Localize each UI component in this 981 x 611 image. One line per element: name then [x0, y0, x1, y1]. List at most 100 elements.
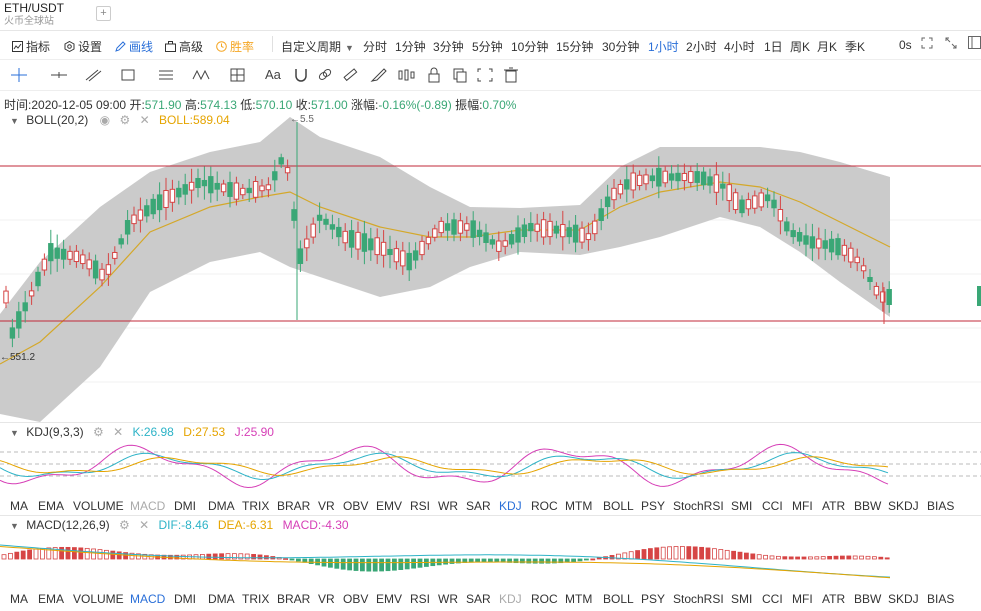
period-5[interactable]: 15分钟	[556, 38, 593, 55]
candles-tool-icon[interactable]	[397, 67, 415, 83]
indicator-tab-psy[interactable]: PSY	[641, 592, 665, 606]
indicator-tab-trix[interactable]: TRIX	[242, 499, 269, 513]
indicator-tab-rsi[interactable]: RSI	[410, 499, 430, 513]
indicator-tab-atr[interactable]: ATR	[822, 499, 845, 513]
indicator-tab-roc[interactable]: ROC	[531, 499, 558, 513]
indicator-tab-volume[interactable]: VOLUME	[73, 499, 124, 513]
indicator-tab-boll[interactable]: BOLL	[603, 499, 634, 513]
indicator-tab-vr[interactable]: VR	[318, 592, 335, 606]
close-icon[interactable]: ✕	[113, 425, 123, 439]
indicator-tab-boll[interactable]: BOLL	[603, 592, 634, 606]
indicator-tab-ma[interactable]: MA	[10, 499, 28, 513]
indicator-tab-stochrsi[interactable]: StochRSI	[673, 592, 724, 606]
indicator-tab-cci[interactable]: CCI	[762, 592, 783, 606]
indicator-tab-mtm[interactable]: MTM	[565, 499, 592, 513]
grid-tool-icon[interactable]	[229, 67, 247, 83]
copy-icon[interactable]	[451, 67, 469, 83]
indicator-tab-macd[interactable]: MACD	[130, 499, 165, 513]
indicator-tab-wr[interactable]: WR	[438, 499, 458, 513]
split-icon[interactable]	[968, 36, 981, 52]
settings-button[interactable]: 设置	[64, 38, 102, 55]
refresh-interval[interactable]: 0s	[899, 38, 912, 52]
indicator-tab-ema[interactable]: EMA	[38, 499, 64, 513]
indicator-tab-atr[interactable]: ATR	[822, 592, 845, 606]
gear-icon[interactable]: ⚙	[93, 425, 104, 439]
period-1[interactable]: 1分钟	[395, 38, 426, 55]
indicator-tab-sar[interactable]: SAR	[466, 592, 491, 606]
indicator-tab-trix[interactable]: TRIX	[242, 592, 269, 606]
trash-icon[interactable]	[502, 67, 520, 83]
indicator-tab-sar[interactable]: SAR	[466, 499, 491, 513]
indicator-tab-emv[interactable]: EMV	[376, 499, 402, 513]
rectangle-icon[interactable]	[120, 67, 138, 83]
win-rate-button[interactable]: 胜率	[216, 38, 254, 55]
indicator-tab-dma[interactable]: DMA	[208, 499, 235, 513]
period-12[interactable]: 月K	[817, 38, 837, 55]
indicator-tab-bbw[interactable]: BBW	[854, 499, 881, 513]
indicator-tab-bias[interactable]: BIAS	[927, 592, 954, 606]
lock-icon[interactable]	[425, 67, 443, 83]
period-13[interactable]: 季K	[845, 38, 865, 55]
fullscreen-icon[interactable]	[921, 37, 933, 52]
indicator-button[interactable]: 指标	[12, 38, 50, 55]
indicator-tab-kdj[interactable]: KDJ	[499, 499, 522, 513]
indicator-tab-emv[interactable]: EMV	[376, 592, 402, 606]
indicator-tab-dma[interactable]: DMA	[208, 592, 235, 606]
indicator-tab-wr[interactable]: WR	[438, 592, 458, 606]
period-0[interactable]: 分时	[363, 38, 387, 55]
brush-icon[interactable]	[370, 67, 388, 83]
indicator-tab-ema[interactable]: EMA	[38, 592, 64, 606]
macd-chart[interactable]	[0, 535, 981, 585]
magnet-icon[interactable]	[292, 67, 310, 83]
period-11[interactable]: 周K	[790, 38, 810, 55]
period-9[interactable]: 4小时	[724, 38, 755, 55]
indicator-tab-brar[interactable]: BRAR	[277, 592, 310, 606]
indicator-tab-smi[interactable]: SMI	[731, 592, 752, 606]
horizontal-line-icon[interactable]	[50, 67, 68, 83]
indicator-tab-stochrsi[interactable]: StochRSI	[673, 499, 724, 513]
draw-button[interactable]: 画线	[115, 38, 153, 55]
indicator-tab-skdj[interactable]: SKDJ	[888, 592, 919, 606]
gear-icon[interactable]: ⚙	[119, 518, 130, 532]
advanced-button[interactable]: 高级	[165, 38, 203, 55]
period-3[interactable]: 5分钟	[472, 38, 503, 55]
fibonacci-icon[interactable]	[157, 67, 175, 83]
kdj-chart[interactable]	[0, 440, 981, 492]
add-tab-button[interactable]: +	[96, 6, 111, 21]
indicator-tab-macd[interactable]: MACD	[130, 592, 165, 606]
period-6[interactable]: 30分钟	[602, 38, 639, 55]
candlestick-chart[interactable]	[0, 112, 981, 422]
indicator-tab-bbw[interactable]: BBW	[854, 592, 881, 606]
indicator-tab-smi[interactable]: SMI	[731, 499, 752, 513]
period-8[interactable]: 2小时	[686, 38, 717, 55]
period-10[interactable]: 1日	[764, 38, 783, 55]
period-2[interactable]: 3分钟	[433, 38, 464, 55]
tab-eth-usdt[interactable]: ETH/USDT 火币全球站	[4, 2, 64, 28]
indicator-tab-ma[interactable]: MA	[10, 592, 28, 606]
period-7[interactable]: 1小时	[648, 38, 679, 55]
indicator-tab-obv[interactable]: OBV	[343, 592, 368, 606]
indicator-tab-dmi[interactable]: DMI	[174, 499, 196, 513]
ruler-icon[interactable]	[341, 67, 359, 83]
indicator-tab-rsi[interactable]: RSI	[410, 592, 430, 606]
indicator-tab-mfi[interactable]: MFI	[792, 592, 813, 606]
link-icon[interactable]	[316, 67, 334, 83]
text-tool-icon[interactable]: Aa	[265, 67, 287, 83]
period-4[interactable]: 10分钟	[511, 38, 548, 55]
custom-period-dropdown[interactable]: 自定义周期 ▼	[281, 38, 354, 55]
wave-icon[interactable]	[192, 67, 210, 83]
indicator-tab-cci[interactable]: CCI	[762, 499, 783, 513]
indicator-tab-roc[interactable]: ROC	[531, 592, 558, 606]
indicator-tab-skdj[interactable]: SKDJ	[888, 499, 919, 513]
indicator-tab-mtm[interactable]: MTM	[565, 592, 592, 606]
expand-icon[interactable]	[945, 37, 957, 52]
crosshair-icon[interactable]	[10, 67, 28, 83]
screenshot-icon[interactable]	[476, 67, 494, 83]
parallel-line-icon[interactable]	[84, 67, 102, 83]
indicator-tab-obv[interactable]: OBV	[343, 499, 368, 513]
indicator-tab-bias[interactable]: BIAS	[927, 499, 954, 513]
indicator-tab-volume[interactable]: VOLUME	[73, 592, 124, 606]
close-icon[interactable]: ✕	[139, 518, 149, 532]
indicator-tab-dmi[interactable]: DMI	[174, 592, 196, 606]
indicator-tab-mfi[interactable]: MFI	[792, 499, 813, 513]
